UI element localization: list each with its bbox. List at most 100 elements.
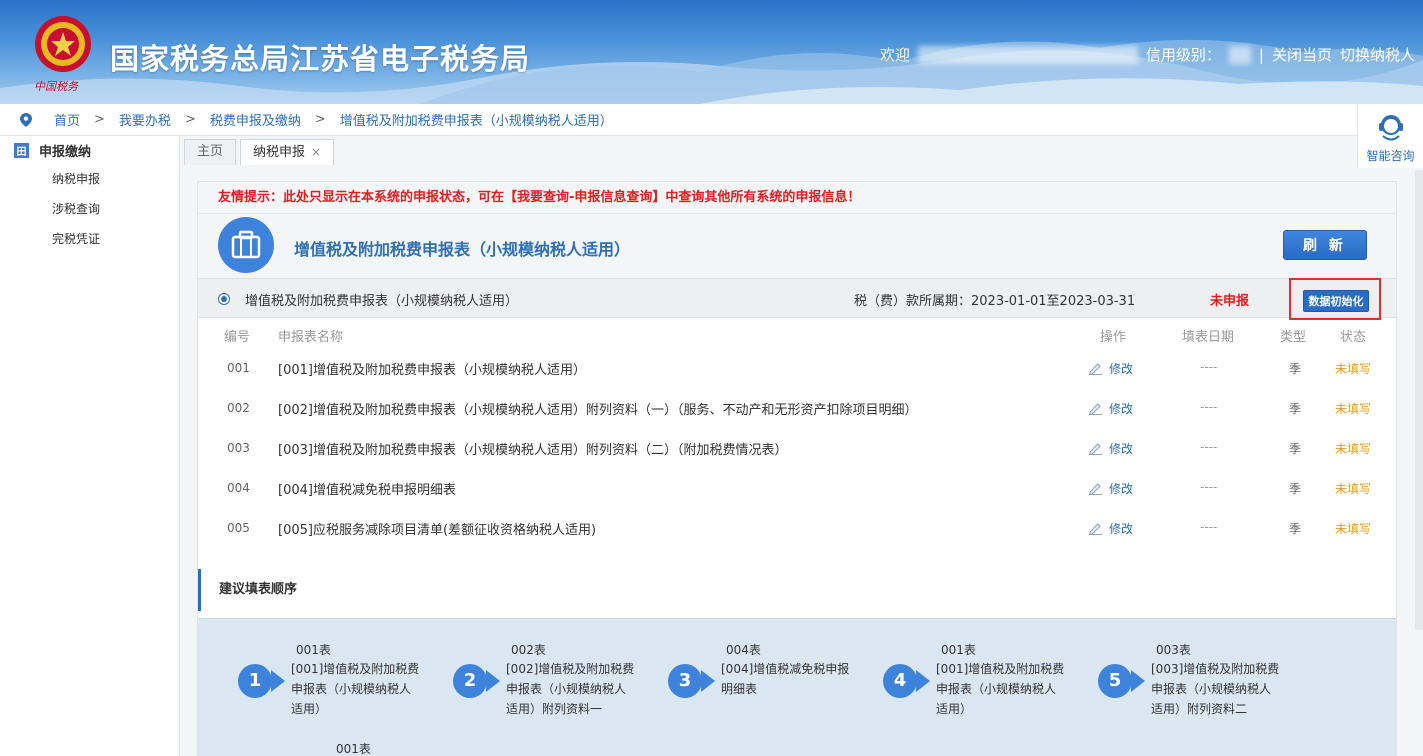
order-step: 001表 1 [001]增值税及附加税费申报表（小规模纳税人适用）	[198, 641, 419, 721]
pencil-icon	[1089, 523, 1102, 535]
step-code: 001表	[941, 643, 976, 657]
breadcrumb-declaration[interactable]: 税费申报及缴纳	[210, 110, 301, 129]
suggested-order-title: 建议填表顺序	[198, 569, 498, 611]
grid-icon: 田	[14, 142, 29, 158]
table-row: 002 [002]增值税及附加税费申报表（小规模纳税人适用）附列资料（一）（服务、…	[198, 389, 1396, 429]
edit-link[interactable]: 修改	[1088, 440, 1133, 457]
row-form-name: [001]增值税及附加税费申报表（小规模纳税人适用）	[278, 363, 586, 378]
row-number: 003	[227, 441, 250, 455]
highlight-box: 数据初始化	[1289, 278, 1381, 320]
step-code: 004表	[726, 643, 761, 657]
row-type: 季	[1289, 442, 1302, 456]
scrollbar[interactable]	[1415, 170, 1423, 630]
step-text: [001]增值税及附加税费申报表（小规模纳税人适用）	[291, 662, 420, 716]
row-number: 005	[227, 521, 250, 535]
table-row: 001 [001]增值税及附加税费申报表（小规模纳税人适用） 修改 ---- 季 未填写	[198, 349, 1396, 389]
col-number: 编号	[224, 330, 251, 345]
pencil-icon	[1089, 483, 1102, 495]
step-text: [001]增值税及附加税费申报表（小规模纳税人适用）	[936, 662, 1065, 716]
breadcrumb-tax-service[interactable]: 我要办税	[119, 110, 171, 129]
sidebar: 田 申报缴纳 纳税申报 涉税查询 完税凭证	[0, 136, 180, 756]
edit-label: 修改	[1109, 522, 1134, 536]
site-title: 国家税务总局江苏省电子税务局	[110, 42, 531, 76]
user-bar: 欢迎 信用级别： | 关闭当页 切换纳税人	[880, 44, 1415, 65]
sidebar-heading[interactable]: 田 申报缴纳	[0, 136, 179, 164]
sidebar-item-tax-declaration[interactable]: 纳税申报	[0, 164, 179, 194]
row-fill-date: ----	[1200, 400, 1218, 414]
breadcrumb-separator: >	[94, 112, 105, 127]
form-table: 编号 申报表名称 操作 填表日期 类型 状态 001 [001]增值税及附加税费申…	[198, 319, 1396, 549]
row-status: 未填写	[1335, 482, 1372, 496]
refresh-button[interactable]: 刷 新	[1283, 230, 1367, 260]
welcome-text: 欢迎	[879, 46, 910, 64]
briefcase-icon	[218, 217, 274, 273]
tab-bar: 主页 纳税申报 ×	[184, 139, 338, 165]
declaration-status: 未申报	[1210, 294, 1250, 309]
col-status: 状态	[1340, 330, 1367, 345]
form-title: 增值税及附加税费申报表（小规模纳税人适用）	[294, 240, 631, 259]
row-type: 季	[1289, 482, 1302, 496]
col-fill-date: 填表日期	[1182, 330, 1235, 345]
period-form-name: 增值税及附加税费申报表（小规模纳税人适用）	[245, 294, 519, 309]
smart-consult-button[interactable]: 智能咨询	[1357, 104, 1423, 168]
row-status: 未填写	[1335, 362, 1372, 376]
step-code: 003表	[1156, 643, 1191, 657]
step-number: 1	[238, 664, 272, 698]
edit-link[interactable]: 修改	[1088, 480, 1133, 497]
sidebar-item-tax-receipt[interactable]: 完税凭证	[0, 224, 179, 254]
tab-tax-declaration[interactable]: 纳税申报 ×	[240, 139, 335, 165]
logo-signature: 中国税务	[34, 80, 78, 93]
edit-link[interactable]: 修改	[1088, 360, 1133, 377]
step-code: 002表	[511, 643, 546, 657]
table-row: 003 [003]增值税及附加税费申报表（小规模纳税人适用）附列资料（二）（附加税…	[198, 429, 1396, 469]
tax-period: 税（费）款所属期：2023-01-01至2023-03-31	[854, 294, 1136, 309]
smart-consult-label: 智能咨询	[1366, 149, 1415, 163]
close-page-link[interactable]: 关闭当页	[1272, 44, 1332, 65]
col-type: 类型	[1280, 330, 1307, 345]
sidebar-heading-label: 申报缴纳	[39, 144, 92, 160]
edit-link[interactable]: 修改	[1088, 520, 1133, 537]
period-radio[interactable]	[218, 293, 230, 305]
sidebar-item-tax-query[interactable]: 涉税查询	[0, 194, 179, 224]
step-text: [003]增值税及附加税费申报表（小规模纳税人适用）附列资料二	[1151, 662, 1280, 716]
row-fill-date: ----	[1200, 440, 1218, 454]
site-header: 中国税务 国家税务总局江苏省电子税务局 欢迎 信用级别： | 关闭当页 切换纳税…	[0, 0, 1423, 104]
row-status: 未填写	[1335, 522, 1372, 536]
edit-label: 修改	[1109, 482, 1134, 496]
row-fill-date: ----	[1200, 480, 1218, 494]
arrow-right-icon	[486, 670, 500, 692]
row-status: 未填写	[1335, 442, 1372, 456]
row-type: 季	[1289, 362, 1302, 376]
credit-value-masked	[1228, 45, 1251, 64]
table-header: 编号 申报表名称 操作 填表日期 类型 状态	[198, 319, 1396, 349]
table-row: 005 [005]应税服务减除项目清单(差额征收资格纳税人适用) 修改 ---- 季 未填…	[198, 509, 1396, 549]
arrow-right-icon	[271, 670, 285, 692]
row-status: 未填写	[1335, 402, 1372, 416]
form-header: 增值税及附加税费申报表（小规模纳税人适用） 刷 新	[198, 214, 1396, 278]
step-text: [004]增值税减免税申报明细表	[721, 662, 850, 696]
tab-home-label: 主页	[197, 144, 224, 159]
data-init-button[interactable]: 数据初始化	[1303, 290, 1369, 312]
tab-close-icon[interactable]: ×	[311, 145, 321, 159]
user-name-masked	[917, 45, 1138, 64]
breadcrumb-separator: >	[314, 112, 326, 127]
order-step: 002表 2 [002]增值税及附加税费申报表（小规模纳税人适用）附列资料一	[413, 641, 634, 721]
table-row: 004 [004]增值税减免税申报明细表 修改 ---- 季 未填写	[198, 469, 1396, 509]
row-number: 001	[227, 361, 250, 375]
step-number: 3	[668, 664, 702, 698]
row-form-name: [003]增值税及附加税费申报表（小规模纳税人适用）附列资料（二）（附加税费情况…	[278, 443, 788, 458]
row-fill-date: ----	[1200, 360, 1218, 374]
step-text: [002]增值税及附加税费申报表（小规模纳税人适用）附列资料一	[506, 662, 635, 716]
separator: |	[1258, 45, 1264, 64]
edit-label: 修改	[1109, 402, 1134, 416]
notice-banner: 友情提示：此处只显示在本系统的申报状态，可在【我要查询-申报信息查询】中查询其他…	[198, 182, 1396, 214]
edit-label: 修改	[1109, 362, 1134, 376]
step-number: 5	[1098, 664, 1132, 698]
row-type: 季	[1289, 522, 1302, 536]
location-pin-icon	[20, 112, 32, 127]
breadcrumb-separator: >	[184, 112, 196, 127]
switch-taxpayer-link[interactable]: 切换纳税人	[1340, 44, 1415, 65]
edit-link[interactable]: 修改	[1088, 400, 1133, 417]
breadcrumb-home[interactable]: 首页	[54, 110, 80, 129]
tab-home[interactable]: 主页	[184, 139, 237, 165]
